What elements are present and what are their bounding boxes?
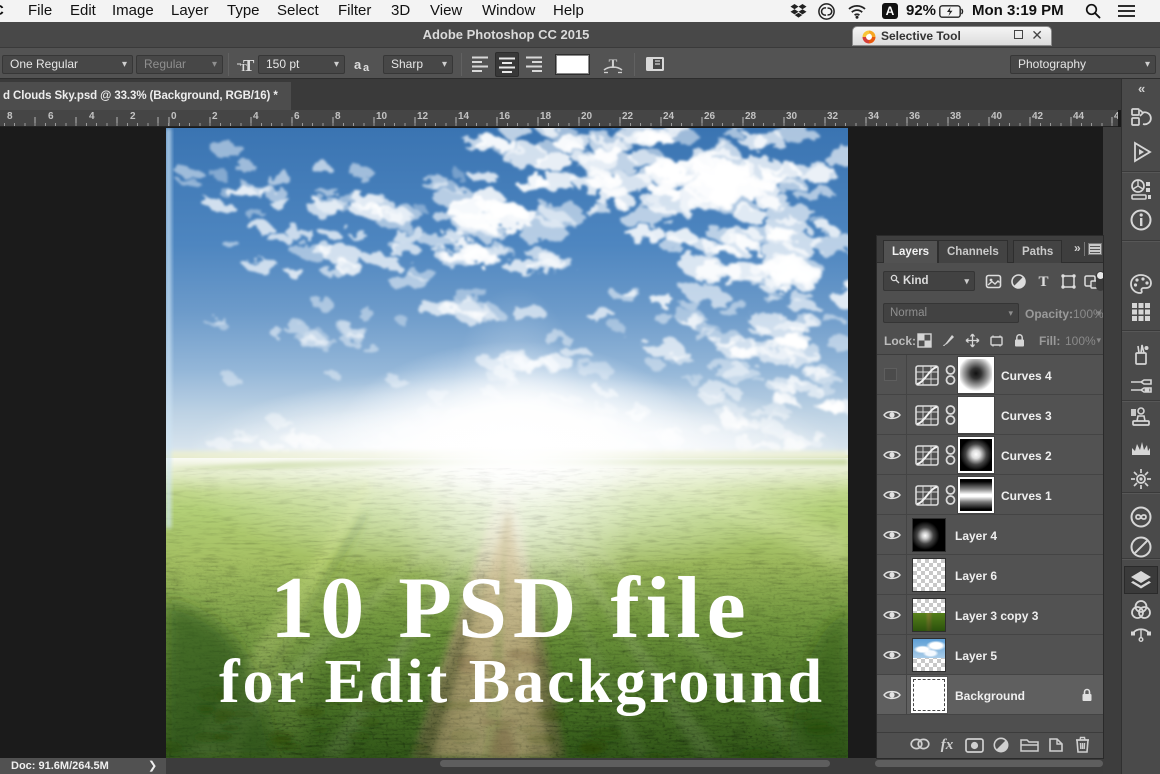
svg-text:a: a — [354, 58, 362, 71]
svg-text:fx: fx — [941, 737, 954, 752]
svg-text:T: T — [1038, 274, 1048, 290]
svg-text:T: T — [609, 56, 618, 71]
svg-text:T: T — [243, 56, 255, 73]
svg-text:a: a — [363, 62, 370, 71]
